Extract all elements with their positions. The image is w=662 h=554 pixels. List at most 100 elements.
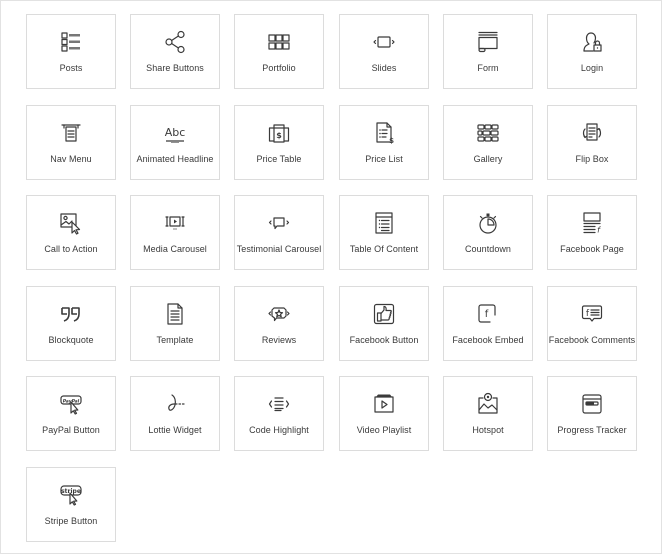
widget-tile-progress-tracker[interactable]: Progress Tracker — [547, 376, 637, 451]
blockquote-icon — [27, 302, 115, 326]
widget-tile-posts[interactable]: Posts — [26, 14, 116, 89]
widget-tile-paypal-button[interactable]: PayPal PayPal Button — [26, 376, 116, 451]
facebook-page-icon: f — [548, 211, 636, 235]
posts-icon — [27, 30, 115, 54]
countdown-stopwatch-icon — [444, 211, 532, 235]
widget-label: Flip Box — [575, 154, 609, 164]
widget-label: Video Playlist — [356, 425, 412, 435]
login-user-lock-icon — [548, 30, 636, 54]
svg-text:$: $ — [276, 131, 282, 140]
facebook-comments-icon: f — [548, 302, 636, 326]
widget-label: Countdown — [465, 244, 511, 254]
svg-text:Abc: Abc — [165, 126, 186, 139]
animated-headline-icon: Abc — [131, 121, 219, 145]
svg-text:$: $ — [389, 137, 394, 145]
widget-label: Code Highlight — [249, 425, 309, 435]
share-icon — [131, 30, 219, 54]
widget-tile-countdown[interactable]: Countdown — [443, 195, 533, 270]
price-list-icon: $ — [340, 121, 428, 145]
widget-tile-stripe-button[interactable]: stripe Stripe Button — [26, 467, 116, 542]
nav-menu-icon — [27, 121, 115, 145]
svg-text:f: f — [597, 226, 601, 235]
widget-tile-testimonial-carousel[interactable]: Testimonial Carousel — [234, 195, 324, 270]
template-document-icon — [131, 302, 219, 326]
reviews-star-bubble-icon — [235, 302, 323, 326]
widget-label: Animated Headline — [136, 154, 214, 164]
slides-icon — [340, 30, 428, 54]
widget-label: Facebook Comments — [548, 335, 636, 345]
widget-label: Facebook Page — [560, 244, 624, 254]
widget-tile-gallery[interactable]: Gallery — [443, 105, 533, 180]
widget-label: Progress Tracker — [557, 425, 627, 435]
widget-tile-reviews[interactable]: Reviews — [234, 286, 324, 361]
widget-tile-login[interactable]: Login — [547, 14, 637, 89]
widget-label: Posts — [59, 63, 83, 73]
paypal-button-icon: PayPal — [27, 392, 115, 416]
widget-label: Hotspot — [472, 425, 504, 435]
widget-tile-lottie-widget[interactable]: Lottie Widget — [130, 376, 220, 451]
facebook-embed-icon: f — [444, 302, 532, 326]
widget-tile-code-highlight[interactable]: Code Highlight — [234, 376, 324, 451]
widget-tile-template[interactable]: Template — [130, 286, 220, 361]
call-to-action-icon — [27, 211, 115, 235]
widget-tile-call-to-action[interactable]: Call to Action — [26, 195, 116, 270]
price-table-icon: $ — [235, 121, 323, 145]
widget-label: Nav Menu — [50, 154, 92, 164]
widget-panel: Posts Share Buttons Portfolio Slides Form Log… — [0, 0, 662, 554]
widget-label: Stripe Button — [44, 516, 98, 526]
widget-label: Slides — [371, 63, 397, 73]
widget-label: Facebook Embed — [452, 335, 524, 345]
widget-label: Testimonial Carousel — [236, 244, 322, 254]
widget-tile-facebook-embed[interactable]: f Facebook Embed — [443, 286, 533, 361]
widget-label: Form — [477, 63, 499, 73]
widget-label: Gallery — [473, 154, 503, 164]
widget-tile-hotspot[interactable]: Hotspot — [443, 376, 533, 451]
portfolio-grid-icon — [235, 30, 323, 54]
widget-label: Lottie Widget — [148, 425, 202, 435]
media-carousel-icon — [131, 211, 219, 235]
stripe-button-icon: stripe — [27, 483, 115, 507]
widget-tile-facebook-page[interactable]: f Facebook Page — [547, 195, 637, 270]
widget-tile-slides[interactable]: Slides — [339, 14, 429, 89]
table-of-content-icon — [340, 211, 428, 235]
flip-box-icon — [548, 121, 636, 145]
widget-tile-flip-box[interactable]: Flip Box — [547, 105, 637, 180]
svg-text:f: f — [586, 309, 590, 319]
svg-text:f: f — [485, 309, 489, 320]
video-playlist-icon — [340, 392, 428, 416]
widget-label: Portfolio — [262, 63, 296, 73]
lottie-icon — [131, 392, 219, 416]
hotspot-icon — [444, 392, 532, 416]
widget-label: Login — [580, 63, 604, 73]
widget-label: Table Of Content — [349, 244, 419, 254]
widget-tile-price-table[interactable]: $ Price Table — [234, 105, 324, 180]
widget-label: Facebook Button — [349, 335, 419, 345]
widget-tile-table-of-content[interactable]: Table Of Content — [339, 195, 429, 270]
gallery-icon — [444, 121, 532, 145]
widget-label: Template — [156, 335, 194, 345]
widget-tile-video-playlist[interactable]: Video Playlist — [339, 376, 429, 451]
widget-tile-blockquote[interactable]: Blockquote — [26, 286, 116, 361]
widget-tile-facebook-comments[interactable]: f Facebook Comments — [547, 286, 637, 361]
widget-label: Blockquote — [48, 335, 94, 345]
widget-tile-media-carousel[interactable]: Media Carousel — [130, 195, 220, 270]
widget-tile-share-buttons[interactable]: Share Buttons — [130, 14, 220, 89]
code-highlight-icon — [235, 392, 323, 416]
widget-label: PayPal Button — [42, 425, 100, 435]
widget-label: Price Table — [256, 154, 302, 164]
widget-label: Price List — [365, 154, 403, 164]
widget-label: Call to Action — [44, 244, 98, 254]
widget-tile-facebook-button[interactable]: Facebook Button — [339, 286, 429, 361]
widget-tile-animated-headline[interactable]: Abc Animated Headline — [130, 105, 220, 180]
widget-label: Share Buttons — [146, 63, 204, 73]
widget-tile-nav-menu[interactable]: Nav Menu — [26, 105, 116, 180]
widget-label: Media Carousel — [143, 244, 207, 254]
testimonial-carousel-icon — [235, 211, 323, 235]
widget-tile-portfolio[interactable]: Portfolio — [234, 14, 324, 89]
form-icon — [444, 30, 532, 54]
facebook-like-button-icon — [340, 302, 428, 326]
widget-label: Reviews — [261, 335, 297, 345]
widget-tile-form[interactable]: Form — [443, 14, 533, 89]
widget-tile-price-list[interactable]: $ Price List — [339, 105, 429, 180]
progress-tracker-icon — [548, 392, 636, 416]
